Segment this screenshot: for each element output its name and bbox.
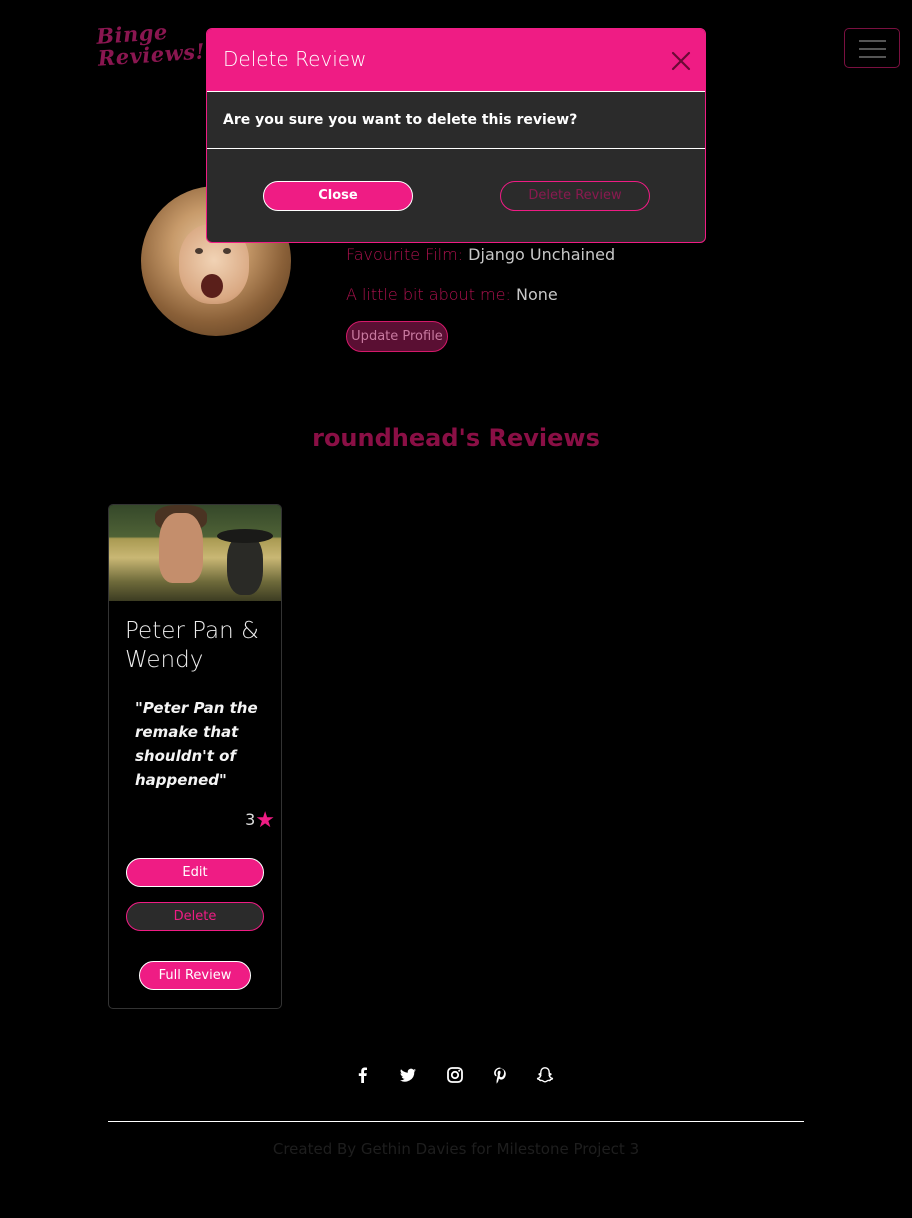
pinterest-icon[interactable] <box>490 1065 510 1085</box>
delete-review-button[interactable]: Delete <box>126 902 264 931</box>
about-me-row: A little bit about me: None <box>346 285 558 304</box>
snapchat-icon[interactable] <box>535 1065 555 1085</box>
update-profile-button[interactable]: Update Profile <box>346 321 448 352</box>
review-title: Peter Pan & Wendy <box>125 618 259 673</box>
modal-header: Delete Review <box>207 29 705 92</box>
close-icon[interactable] <box>669 49 693 73</box>
favourite-film-label: Favourite Film: <box>346 245 464 264</box>
footer-credit: Created By Gethin Davies for Milestone P… <box>272 1140 640 1158</box>
hamburger-menu-icon <box>859 40 886 42</box>
reviews-heading: roundhead's Reviews <box>312 424 600 452</box>
rating-value: 3 <box>245 810 256 829</box>
modal-body: Are you sure you want to delete this rev… <box>207 92 705 149</box>
footer-divider <box>108 1121 804 1122</box>
edit-review-button[interactable]: Edit <box>126 858 264 887</box>
star-icon: ★ <box>255 808 275 833</box>
modal-title: Delete Review <box>223 47 367 71</box>
instagram-icon[interactable] <box>445 1065 465 1085</box>
navbar-toggler-button[interactable] <box>844 28 900 68</box>
twitter-icon[interactable] <box>398 1065 418 1085</box>
modal-close-button[interactable]: Close <box>263 181 413 211</box>
delete-review-modal: Delete Review Are you sure you want to d… <box>206 28 706 243</box>
about-me-value: None <box>515 285 558 304</box>
social-links <box>345 1065 565 1087</box>
review-rating: 3★ <box>109 808 275 833</box>
full-review-button[interactable]: Full Review <box>139 961 251 990</box>
favourite-film-row: Favourite Film: Django Unchained <box>346 245 615 264</box>
brand-logo[interactable]: Binge Reviews! <box>95 18 209 71</box>
modal-confirm-delete-button[interactable]: Delete Review <box>500 181 650 211</box>
logo-line-2: Reviews! <box>96 38 206 71</box>
review-quote: "Peter Pan the remake that shouldn't of … <box>135 699 258 789</box>
favourite-film-value: Django Unchained <box>468 245 616 264</box>
review-card: Peter Pan & Wendy "Peter Pan the remake … <box>108 504 282 1009</box>
review-poster-image[interactable] <box>109 505 281 601</box>
modal-message: Are you sure you want to delete this rev… <box>223 112 578 128</box>
facebook-icon[interactable] <box>353 1065 373 1085</box>
about-me-label: A little bit about me: <box>346 285 511 304</box>
